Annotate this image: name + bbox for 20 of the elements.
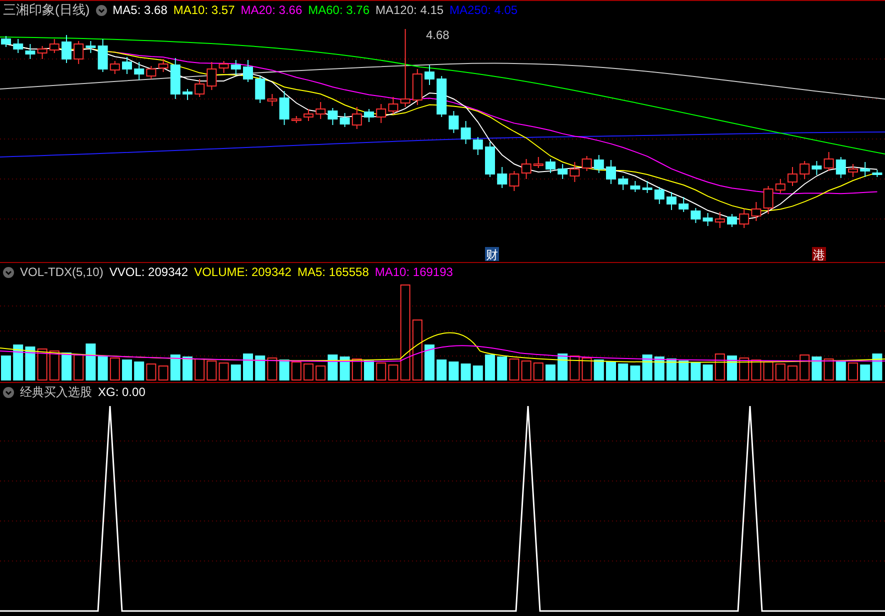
event-badge[interactable]: 港: [812, 247, 826, 261]
indicator-label: VOLUME: 209342: [194, 265, 292, 280]
indicator-label: MA20: 3.66: [240, 3, 302, 17]
collapse-icon[interactable]: [3, 386, 14, 398]
indicator-label: MA250: 4.05: [450, 3, 518, 17]
indicator-label: VVOL: 209342: [109, 265, 188, 280]
indicator-label: XG: 0.00: [98, 385, 146, 399]
collapse-icon[interactable]: [3, 266, 14, 278]
indicator-label: MA60: 3.76: [308, 3, 370, 17]
indicator-label: MA120: 4.15: [376, 3, 444, 17]
event-badge[interactable]: 财: [485, 247, 499, 261]
indicator-label: MA5: 165558: [297, 265, 369, 280]
indicator-label: MA5: 3.68: [112, 3, 168, 17]
collapse-icon[interactable]: [96, 4, 107, 16]
indicator-title: VOL-TDX(5,10): [20, 265, 104, 280]
indicator-title: 经典买入选股: [20, 384, 92, 400]
high-price-label: 4.68: [426, 28, 450, 42]
indicator-label: MA10: 3.57: [173, 3, 235, 17]
indicator-label: MA10: 169193: [374, 265, 453, 280]
stock-title: 三湘印象(日线): [3, 1, 90, 19]
